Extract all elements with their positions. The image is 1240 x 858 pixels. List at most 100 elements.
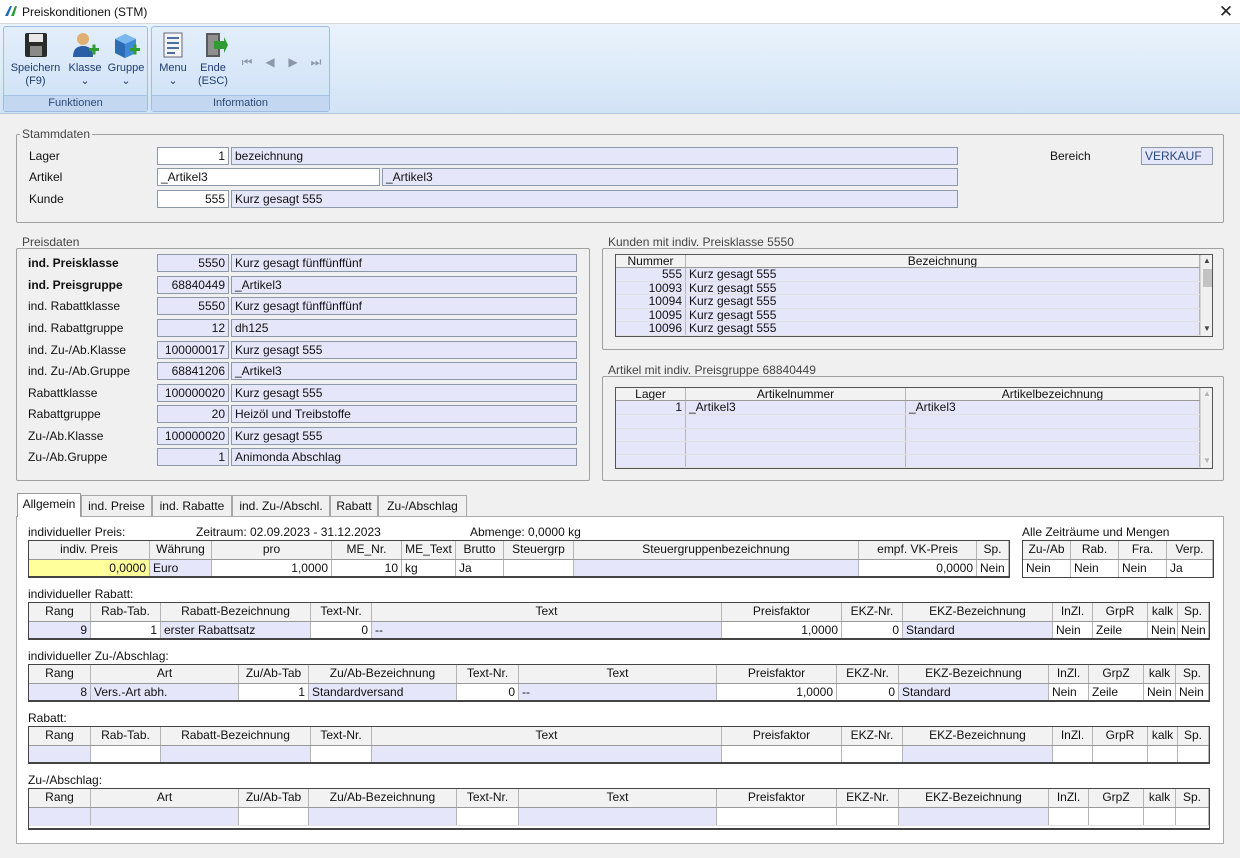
table-row[interactable]: 10096 Kurz gesagt 555 — [616, 322, 1200, 336]
table-cell[interactable]: 0 — [842, 622, 903, 638]
column-header[interactable]: EKZ-Bezeichnung — [899, 789, 1049, 807]
column-header[interactable]: Verp. — [1167, 541, 1213, 559]
table-cell[interactable] — [1144, 808, 1176, 825]
column-header[interactable]: kalk — [1144, 789, 1176, 807]
column-header[interactable]: GrpZ — [1089, 789, 1144, 807]
menu-button[interactable]: Menu ⌄ — [154, 31, 192, 93]
previous-record-icon[interactable]: ◀ — [263, 55, 277, 69]
kunde-input[interactable]: 555 — [157, 190, 229, 208]
table-row[interactable]: 8 Vers.-Art abh. 1 Standardversand 0 -- 1,0000… — [29, 684, 1209, 700]
column-header-lager[interactable]: Lager — [616, 388, 686, 400]
column-header[interactable]: EKZ-Bezeichnung — [903, 727, 1053, 745]
table-cell[interactable]: 1,0000 — [212, 560, 332, 576]
column-header[interactable]: kalk — [1148, 603, 1178, 621]
kunden-grid[interactable]: Nummer Bezeichnung 555 Kurz gesagt 555 100… — [615, 254, 1213, 337]
table-cell[interactable]: 1 — [239, 684, 309, 700]
column-header[interactable]: Text-Nr. — [311, 603, 372, 621]
column-header[interactable]: Rab. — [1071, 541, 1119, 559]
column-header[interactable]: kalk — [1148, 727, 1178, 745]
column-header[interactable]: Rang — [29, 789, 91, 807]
scroll-up-icon[interactable]: ▲ — [1201, 255, 1212, 267]
table-cell[interactable]: 0 — [837, 684, 899, 700]
save-button[interactable]: Speichern (F9) — [8, 31, 63, 93]
table-row[interactable]: 555 Kurz gesagt 555 — [616, 268, 1200, 282]
scroll-down-icon[interactable]: ▼ — [1201, 323, 1212, 335]
table-cell[interactable]: Nein — [1144, 684, 1176, 700]
table-cell[interactable] — [457, 808, 519, 825]
table-row[interactable]: 1 _Artikel3 _Artikel3 — [616, 401, 1200, 415]
column-header[interactable]: Fra. — [1119, 541, 1167, 559]
column-header-bezeichnung[interactable]: Bezeichnung — [686, 255, 1200, 267]
column-header[interactable]: ME_Nr. — [332, 541, 402, 559]
table-cell[interactable]: 1,0000 — [722, 622, 842, 638]
column-header[interactable]: EKZ-Bezeichnung — [903, 603, 1053, 621]
table-cell[interactable]: 0,0000 — [29, 560, 150, 576]
table-cell[interactable]: Zeile — [1093, 622, 1148, 638]
column-header[interactable]: Art — [91, 789, 239, 807]
table-cell[interactable] — [1089, 808, 1144, 825]
scrollbar-thumb[interactable] — [1203, 269, 1212, 287]
column-header[interactable]: Sp. — [1178, 727, 1209, 745]
column-header[interactable]: Preisfaktor — [722, 727, 842, 745]
table-cell[interactable] — [91, 746, 161, 762]
column-header[interactable]: Preisfaktor — [717, 665, 837, 683]
artikel-grid[interactable]: Lager Artikelnummer Artikelbezeichnung 1… — [615, 387, 1213, 469]
column-header-nummer[interactable]: Nummer — [616, 255, 686, 267]
table-cell[interactable] — [842, 746, 903, 762]
column-header[interactable]: Währung — [150, 541, 212, 559]
column-header[interactable]: Rang — [29, 665, 91, 683]
tab-zu-abschlag[interactable]: Zu-/Abschlag — [378, 495, 467, 517]
column-header[interactable]: Sp. — [977, 541, 1009, 559]
table-row[interactable] — [29, 746, 1209, 762]
alle-zeitraeume-grid[interactable]: Zu-/Ab Rab. Fra. Verp. Nein Nein Nein Ja — [1022, 540, 1214, 578]
tab-ind-preise[interactable]: ind. Preise — [81, 495, 152, 517]
column-header[interactable]: Text — [372, 727, 722, 745]
column-header[interactable]: empf. VK-Preis — [859, 541, 977, 559]
table-cell[interactable]: Nein — [1148, 622, 1178, 638]
table-cell[interactable]: Nein — [1178, 622, 1209, 638]
column-header[interactable]: Rab-Tab. — [91, 727, 161, 745]
table-cell[interactable]: kg — [402, 560, 456, 576]
table-cell[interactable] — [717, 808, 837, 825]
column-header[interactable]: Rang — [29, 603, 91, 621]
table-cell[interactable]: Zeile — [1089, 684, 1144, 700]
table-row[interactable]: 0,0000 Euro 1,0000 10 kg Ja 0,0000 Nein — [29, 560, 1009, 576]
table-cell[interactable]: Ja — [456, 560, 504, 576]
column-header[interactable]: InZl. — [1053, 603, 1093, 621]
table-cell[interactable]: 0 — [311, 622, 372, 638]
preis-grid[interactable]: indiv. Preis Währung pro ME_Nr. ME_Text Brutt… — [28, 540, 1010, 578]
table-cell[interactable] — [504, 560, 574, 576]
table-cell[interactable] — [239, 808, 309, 825]
table-cell[interactable] — [1176, 808, 1209, 825]
column-header[interactable]: Preisfaktor — [722, 603, 842, 621]
column-header[interactable]: Rabatt-Bezeichnung — [161, 727, 311, 745]
column-header-artikelnummer[interactable]: Artikelnummer — [686, 388, 906, 400]
column-header[interactable]: Text — [519, 789, 717, 807]
klasse-button[interactable]: Klasse ⌄ — [66, 31, 104, 93]
column-header[interactable]: InZl. — [1053, 727, 1093, 745]
column-header[interactable]: Text — [372, 603, 722, 621]
column-header[interactable]: InZl. — [1049, 789, 1089, 807]
column-header[interactable]: Steuergrp — [504, 541, 574, 559]
table-cell[interactable] — [1178, 746, 1209, 762]
table-row[interactable]: 10094 Kurz gesagt 555 — [616, 295, 1200, 309]
kunden-scrollbar[interactable]: ▲ ▼ — [1200, 255, 1212, 336]
table-row[interactable]: 10095 Kurz gesagt 555 — [616, 308, 1200, 322]
column-header[interactable]: Sp. — [1178, 603, 1209, 621]
tab-ind-zu-abschl[interactable]: ind. Zu-/Abschl. — [232, 495, 330, 517]
scroll-down-icon[interactable]: ▼ — [1201, 455, 1212, 467]
tab-ind-rabatte[interactable]: ind. Rabatte — [152, 495, 232, 517]
table-row[interactable] — [29, 808, 1209, 826]
column-header[interactable]: Text — [519, 665, 717, 683]
column-header[interactable]: Art — [91, 665, 239, 683]
first-record-icon[interactable]: ⏮ — [240, 55, 254, 69]
individueller-rabatt-grid[interactable]: Rang Rab-Tab. Rabatt-Bezeichnung Text-Nr. Te… — [28, 602, 1210, 640]
column-header[interactable]: Preisfaktor — [717, 789, 837, 807]
column-header[interactable]: Zu/Ab-Bezeichnung — [309, 665, 457, 683]
ende-button[interactable]: Ende (ESC) — [194, 31, 232, 93]
column-header[interactable]: Rabatt-Bezeichnung — [161, 603, 311, 621]
column-header[interactable]: GrpR — [1093, 727, 1148, 745]
column-header-artikelbezeichnung[interactable]: Artikelbezeichnung — [906, 388, 1200, 400]
column-header[interactable]: InZl. — [1049, 665, 1089, 683]
column-header[interactable]: ME_Text — [402, 541, 456, 559]
